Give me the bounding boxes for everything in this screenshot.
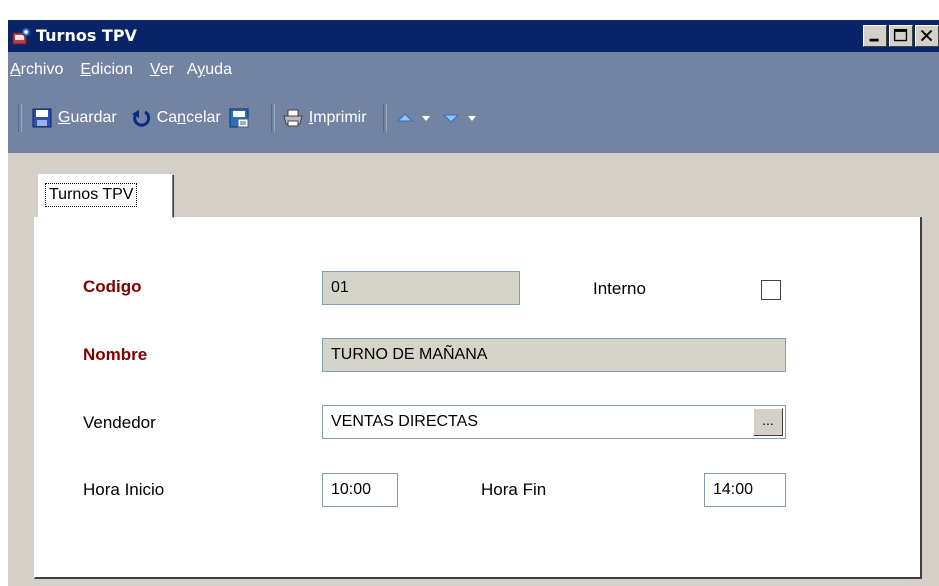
toolbar-separator xyxy=(382,104,387,132)
minimize-icon xyxy=(869,38,879,42)
codigo-field[interactable]: 01 xyxy=(322,271,520,305)
vendedor-field[interactable]: VENTAS DIRECTAS ... xyxy=(322,405,786,439)
save-document-icon xyxy=(229,108,249,128)
vendedor-label: Vendedor xyxy=(83,413,156,432)
toolbar-grip xyxy=(18,104,22,132)
vendedor-value: VENTAS DIRECTAS xyxy=(331,413,478,430)
codigo-label: Codigo xyxy=(83,277,142,296)
navigate-up-button[interactable] xyxy=(395,108,431,128)
window-title: Turnos TPV xyxy=(36,26,137,45)
maximize-icon xyxy=(893,28,908,42)
navigate-down-button[interactable] xyxy=(441,108,477,128)
menu-archivo[interactable]: Archivo xyxy=(10,56,72,84)
save-as-button[interactable] xyxy=(229,108,255,128)
menu-toolbar-area: Archivo Edicion Ver Ayuda Guardar Ca n c… xyxy=(8,52,939,153)
menu-bar: Archivo Edicion Ver Ayuda xyxy=(8,56,241,84)
menu-ayuda[interactable]: Ayuda xyxy=(187,56,241,84)
nombre-label: Nombre xyxy=(83,345,148,364)
toolbar: Guardar Ca n celar I mprimir xyxy=(8,100,485,136)
vendedor-lookup-button[interactable]: ... xyxy=(753,408,783,436)
window-controls xyxy=(863,25,939,47)
print-button[interactable]: Imprimir xyxy=(283,108,367,128)
chevron-down-icon xyxy=(467,116,476,121)
floppy-disk-icon xyxy=(32,108,52,128)
arrow-down-icon xyxy=(442,114,459,123)
interno-checkbox[interactable] xyxy=(761,280,781,300)
undo-icon xyxy=(131,110,150,127)
tab-turnos-tpv[interactable]: Turnos TPV xyxy=(38,174,174,218)
app-icon xyxy=(12,27,31,45)
content-area: Turnos TPV Codigo 01 Interno Nombre TURN… xyxy=(8,153,939,586)
hora-inicio-field[interactable]: 10:00 xyxy=(322,473,398,507)
menu-edicion[interactable]: Edicion xyxy=(80,56,141,84)
hora-inicio-label: Hora Inicio xyxy=(83,480,165,499)
printer-icon xyxy=(283,109,303,127)
save-button[interactable]: Guardar xyxy=(32,108,117,128)
menu-ver[interactable]: Ver xyxy=(150,56,183,84)
close-button[interactable] xyxy=(915,25,939,47)
chevron-down-icon xyxy=(421,116,430,121)
toolbar-separator xyxy=(270,104,275,132)
app-window: Turnos TPV Archivo Edicion Ver Ayuda G u… xyxy=(8,20,939,586)
nombre-field[interactable]: TURNO DE MAÑANA xyxy=(322,338,786,372)
tab-label: Turnos TPV xyxy=(45,183,138,207)
minimize-button[interactable] xyxy=(863,25,887,47)
maximize-button[interactable] xyxy=(889,25,913,47)
interno-label: Interno xyxy=(593,279,646,298)
tab-panel: Codigo 01 Interno Nombre TURNO DE MAÑANA… xyxy=(34,217,922,579)
hora-fin-label: Hora Fin xyxy=(481,480,547,499)
cancel-button[interactable]: Ca n celar xyxy=(131,108,221,128)
title-bar[interactable]: Turnos TPV xyxy=(8,20,939,52)
hora-fin-field[interactable]: 14:00 xyxy=(704,473,786,507)
close-icon xyxy=(920,29,933,42)
arrow-up-icon xyxy=(396,113,413,122)
